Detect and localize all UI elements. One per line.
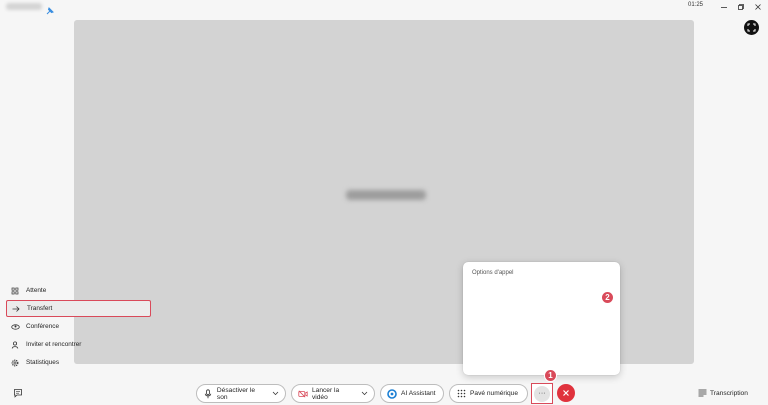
more-options-button[interactable]: ··· xyxy=(531,383,553,404)
minimize-button[interactable] xyxy=(717,1,731,12)
arrow-right-icon xyxy=(10,303,22,315)
chevron-down-icon[interactable] xyxy=(360,390,368,398)
menu-item-label: Inviter et rencontrer xyxy=(26,341,82,348)
menu-item-hold[interactable]: Attente xyxy=(6,282,151,299)
transcription-label: Transcription xyxy=(710,389,748,397)
microphone-icon xyxy=(203,388,213,399)
restore-icon xyxy=(738,3,744,10)
menu-item-invite[interactable]: Inviter et rencontrer xyxy=(6,336,151,353)
keypad-icon xyxy=(456,389,466,399)
step-callout-2: 2 xyxy=(601,291,614,304)
start-video-button[interactable]: Lancer la vidéo xyxy=(291,384,375,403)
person-icon xyxy=(9,339,21,351)
menu-item-statistics[interactable]: Statistiques xyxy=(6,354,151,371)
ai-assistant-button[interactable]: AI Assistant xyxy=(380,384,444,403)
close-icon xyxy=(755,3,761,10)
close-icon xyxy=(563,390,569,396)
minimize-icon xyxy=(721,6,727,8)
mute-button[interactable]: Désactiver le son xyxy=(196,384,286,403)
chevron-down-icon[interactable] xyxy=(271,390,279,398)
more-icon: ··· xyxy=(534,385,550,402)
fullscreen-icon xyxy=(747,23,756,32)
pin-icon[interactable] xyxy=(46,2,54,15)
close-window-button[interactable] xyxy=(751,1,765,12)
mute-label: Désactiver le son xyxy=(216,386,256,401)
chat-button[interactable] xyxy=(12,387,24,399)
restore-button[interactable] xyxy=(734,1,748,12)
menu-item-label: Attente xyxy=(26,287,47,294)
call-timer: 01:25 xyxy=(688,2,704,8)
hang-up-button[interactable] xyxy=(557,384,575,402)
gear-icon xyxy=(9,357,21,369)
ai-label: AI Assistant xyxy=(401,390,436,397)
conference-icon xyxy=(9,321,21,333)
video-label: Lancer la vidéo xyxy=(312,386,340,401)
lines-icon xyxy=(697,388,707,398)
menu-item-label: Conférence xyxy=(26,323,60,330)
caller-name-redacted xyxy=(346,190,426,200)
call-options-menu: Options d'appel xyxy=(463,262,620,375)
menu-item-label: Transfert xyxy=(27,305,53,312)
menu-item-transfer[interactable]: Transfert xyxy=(6,300,151,317)
video-off-icon xyxy=(298,389,308,399)
title-bar: 01:25 xyxy=(0,0,768,15)
fullscreen-button[interactable] xyxy=(744,20,759,35)
menu-item-label: Statistiques xyxy=(26,359,60,366)
ai-assistant-icon xyxy=(387,388,397,399)
menu-item-conference[interactable]: Conférence xyxy=(6,318,151,335)
keypad-button[interactable]: Pavé numérique xyxy=(449,384,528,403)
step-callout-1: 1 xyxy=(544,369,557,382)
transcription-button[interactable]: Transcription xyxy=(697,388,748,398)
keypad-label: Pavé numérique xyxy=(470,390,519,397)
hold-icon xyxy=(9,285,21,297)
menu-header: Options d'appel xyxy=(472,270,514,276)
app-name-redacted xyxy=(6,3,42,10)
chat-icon xyxy=(14,389,22,398)
